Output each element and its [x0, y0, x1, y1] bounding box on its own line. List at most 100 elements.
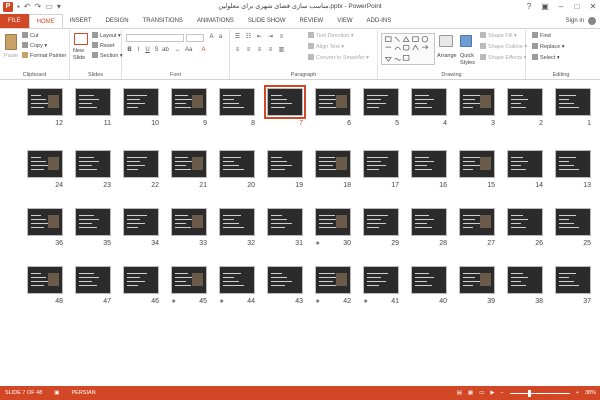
slide-thumbnail[interactable] — [123, 88, 159, 116]
slide-thumbnail[interactable] — [75, 266, 111, 294]
slide-thumbnail[interactable] — [459, 208, 495, 236]
slide-thumbnail[interactable] — [555, 150, 591, 178]
section-button[interactable]: Section ▾ — [92, 52, 123, 60]
slide-thumbnail[interactable] — [411, 150, 447, 178]
tab-design[interactable]: DESIGN — [99, 14, 136, 28]
layout-button[interactable]: Layout ▾ — [92, 32, 121, 40]
select-button[interactable]: Select ▾ — [532, 54, 560, 62]
slide-thumbnail[interactable] — [315, 88, 351, 116]
slide-thumbnail[interactable] — [219, 266, 255, 294]
animation-marker-icon[interactable]: ★ — [315, 240, 320, 248]
arrange-button[interactable]: Arrange — [437, 52, 457, 60]
slide-thumbnail[interactable] — [123, 266, 159, 294]
close-icon[interactable]: ✕ — [588, 1, 598, 12]
zoom-in-button[interactable]: + — [576, 386, 579, 400]
numbering-icon[interactable]: ☷ — [245, 34, 252, 41]
slide-thumbnail[interactable] — [27, 208, 63, 236]
slide-thumbnail[interactable] — [315, 208, 351, 236]
reading-view-icon[interactable]: ▭ — [479, 386, 484, 400]
quick-styles-button-line2[interactable]: Styles — [460, 59, 475, 67]
animation-marker-icon[interactable]: ★ — [171, 298, 176, 306]
grow-font-icon[interactable]: A — [208, 34, 215, 41]
format-painter-button[interactable]: Format Painter — [22, 52, 66, 60]
zoom-level[interactable]: 38% — [585, 386, 596, 400]
sign-in-label[interactable]: Sign in — [566, 14, 584, 28]
tab-add-ins[interactable]: ADD-INS — [360, 14, 399, 28]
slide-thumbnail[interactable] — [27, 266, 63, 294]
align-right-icon[interactable]: ≡ — [256, 47, 263, 54]
zoom-slider-thumb[interactable] — [527, 389, 531, 397]
zoom-out-button[interactable]: − — [501, 386, 504, 400]
line-spacing-icon[interactable]: ≡ — [278, 34, 285, 41]
align-center-icon[interactable]: ≡ — [245, 47, 252, 54]
decrease-indent-icon[interactable]: ⇤ — [256, 34, 263, 41]
maximize-icon[interactable]: □ — [572, 1, 582, 12]
change-case-icon[interactable]: Aa — [185, 47, 192, 54]
slide-thumbnail[interactable] — [123, 208, 159, 236]
cut-button[interactable]: Cut — [22, 32, 39, 40]
slideshow-view-icon[interactable]: ▶ — [490, 386, 494, 400]
slide-thumbnail[interactable] — [507, 208, 543, 236]
replace-button[interactable]: Replace ▾ — [532, 43, 564, 51]
slide-thumbnail[interactable] — [171, 150, 207, 178]
slide-thumbnail[interactable] — [363, 266, 399, 294]
tab-home[interactable]: HOME — [28, 14, 63, 28]
shapes-gallery[interactable] — [381, 33, 435, 65]
bullets-icon[interactable]: ☰ — [234, 34, 241, 41]
language-indicator[interactable]: PERSIAN — [72, 386, 96, 400]
font-name-combo[interactable] — [126, 34, 184, 42]
font-color-icon[interactable]: A — [200, 47, 207, 54]
slide-thumbnail[interactable] — [507, 266, 543, 294]
slide-thumbnail[interactable] — [363, 208, 399, 236]
ribbon-display-icon[interactable]: ▣ — [540, 1, 550, 12]
slide-thumbnail[interactable] — [219, 208, 255, 236]
slide-thumbnail[interactable] — [75, 88, 111, 116]
shrink-font-icon[interactable]: a — [217, 34, 224, 41]
tab-animations[interactable]: ANIMATIONS — [190, 14, 241, 28]
slide-thumbnail[interactable] — [123, 150, 159, 178]
quick-styles-icon[interactable] — [460, 35, 472, 47]
slide-thumbnail[interactable] — [267, 150, 303, 178]
strikethrough-icon[interactable]: ab — [162, 47, 169, 54]
shape-effects-button[interactable]: Shape Effects ▾ — [480, 54, 526, 62]
slide-thumbnail[interactable] — [27, 88, 63, 116]
shape-outline-button[interactable]: Shape Outline ▾ — [480, 43, 527, 51]
animation-marker-icon[interactable]: ★ — [315, 298, 320, 306]
slide-thumbnail[interactable] — [267, 266, 303, 294]
slide-thumbnail[interactable] — [555, 208, 591, 236]
slide-thumbnail[interactable] — [555, 266, 591, 294]
find-button[interactable]: Find — [532, 32, 551, 40]
animation-marker-icon[interactable]: ★ — [219, 298, 224, 306]
slide-sorter-view-icon[interactable]: ▦ — [468, 386, 473, 400]
slide-thumbnail[interactable] — [75, 150, 111, 178]
tab-view[interactable]: VIEW — [330, 14, 359, 28]
slide-thumbnail[interactable] — [411, 88, 447, 116]
text-direction-button[interactable]: Text Direction ▾ — [308, 32, 354, 40]
slide-thumbnail[interactable] — [507, 88, 543, 116]
slide-thumbnail[interactable] — [315, 266, 351, 294]
animation-marker-icon[interactable]: ★ — [363, 298, 368, 306]
shape-fill-button[interactable]: Shape Fill ▾ — [480, 32, 517, 40]
slide-thumbnail[interactable] — [219, 150, 255, 178]
slide-thumbnail[interactable] — [363, 88, 399, 116]
tab-insert[interactable]: INSERT — [63, 14, 99, 28]
slide-thumbnail[interactable] — [315, 150, 351, 178]
char-spacing-icon[interactable]: ↔ — [174, 47, 181, 54]
new-slide-button-line2[interactable]: Slide — [73, 54, 85, 62]
proofing-icon[interactable]: ▣ — [54, 386, 59, 400]
increase-indent-icon[interactable]: ⇥ — [267, 34, 274, 41]
slide-thumbnail[interactable] — [363, 150, 399, 178]
slide-thumbnail[interactable] — [411, 208, 447, 236]
slide-thumbnail[interactable] — [555, 88, 591, 116]
font-size-combo[interactable] — [186, 34, 204, 42]
paste-button[interactable]: Paste — [4, 52, 18, 60]
slide-thumbnail[interactable] — [171, 266, 207, 294]
arrange-icon[interactable] — [439, 35, 453, 47]
zoom-slider[interactable] — [509, 389, 570, 397]
slide-thumbnail[interactable] — [171, 88, 207, 116]
slide-thumbnail[interactable] — [411, 266, 447, 294]
slide-thumbnail[interactable] — [171, 208, 207, 236]
align-left-icon[interactable]: ≡ — [234, 47, 241, 54]
columns-icon[interactable]: ▥ — [278, 47, 285, 54]
slide-thumbnail[interactable] — [459, 88, 495, 116]
